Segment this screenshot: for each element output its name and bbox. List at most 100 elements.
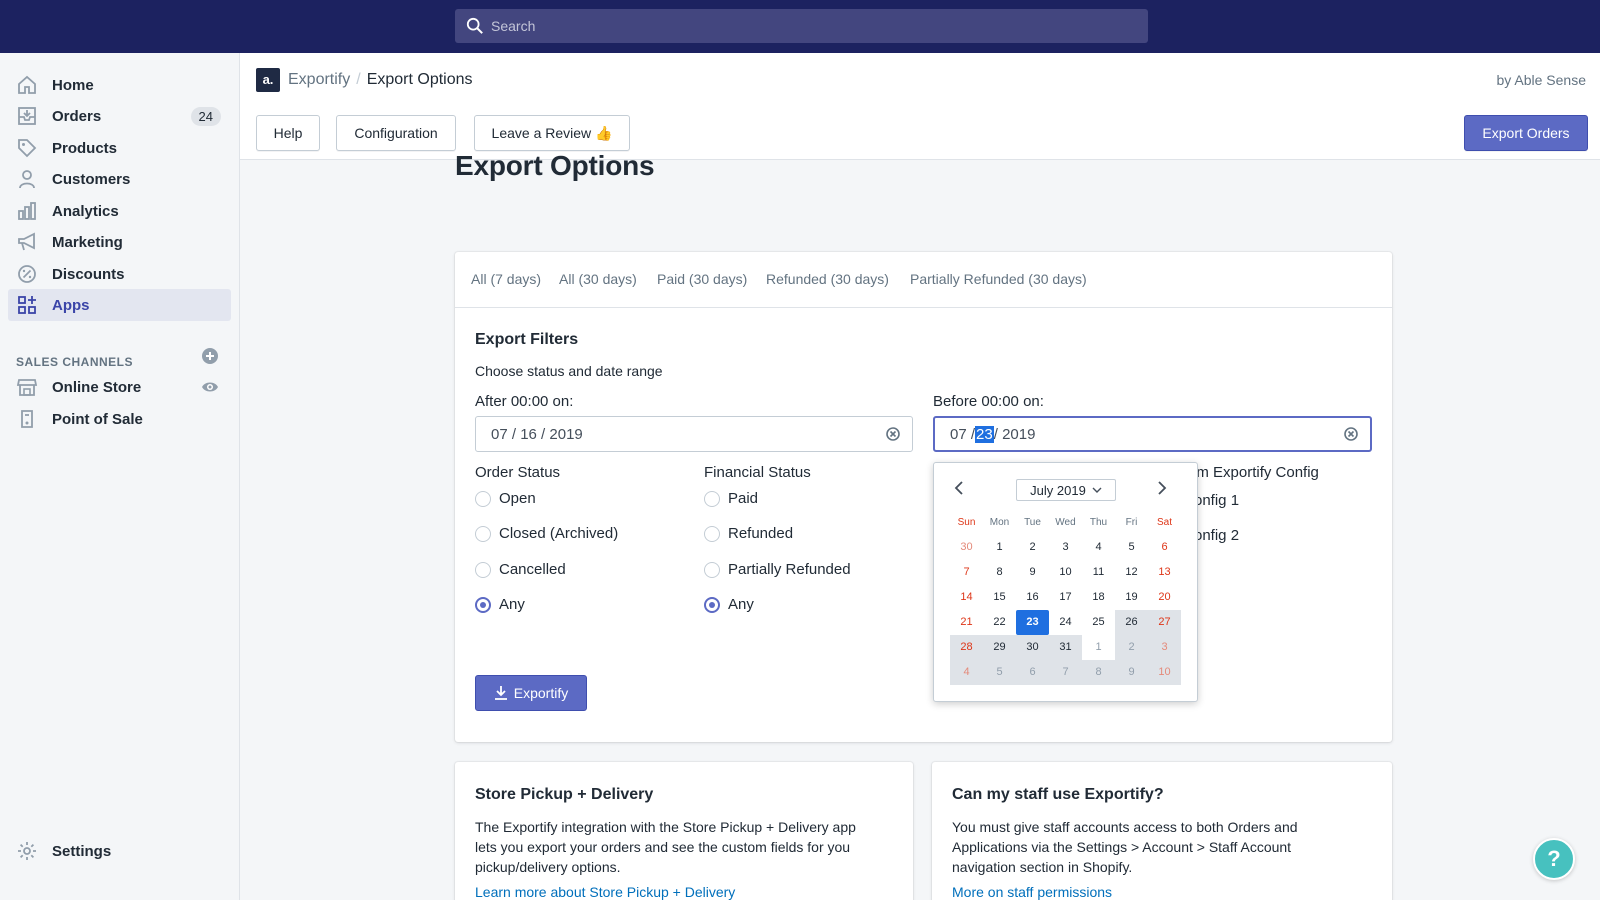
bar-chart-icon (16, 200, 38, 222)
sidebar-item-point-of-sale[interactable]: Point of Sale (8, 403, 231, 435)
calendar-day[interactable]: 8 (1082, 660, 1115, 685)
sidebar-item-home[interactable]: Home (8, 69, 231, 101)
calendar-day[interactable]: 8 (983, 560, 1016, 585)
calendar-day[interactable]: 9 (1115, 660, 1148, 685)
store-pickup-learn-more-link[interactable]: Learn more about Store Pickup + Delivery (475, 884, 735, 900)
calendar-day[interactable]: 15 (983, 585, 1016, 610)
radio-financial-paid[interactable]: Paid (704, 490, 758, 507)
sidebar-item-label: Orders (52, 108, 102, 125)
exportify-button[interactable]: Exportify (475, 675, 587, 711)
calendar-day[interactable]: 9 (1016, 560, 1049, 585)
after-date-input[interactable]: 07 / 16 / 2019 (475, 416, 913, 452)
tab-paid-30-days[interactable]: Paid (30 days) (657, 271, 747, 287)
sidebar-item-online-store[interactable]: Online Store (8, 371, 231, 403)
calendar-week: 4 5 6 7 8 9 10 (950, 660, 1182, 685)
sidebar-item-settings[interactable]: Settings (8, 835, 231, 867)
calendar-day[interactable]: 25 (1082, 610, 1115, 635)
export-orders-button[interactable]: Export Orders (1464, 115, 1588, 151)
radio-order-any[interactable]: Any (475, 596, 525, 613)
calendar-day[interactable]: 6 (1016, 660, 1049, 685)
calendar-day[interactable]: 20 (1148, 585, 1181, 610)
radio-financial-partially-refunded[interactable]: Partially Refunded (704, 561, 851, 578)
add-channel-icon[interactable] (201, 347, 219, 368)
sidebar-item-customers[interactable]: Customers (8, 163, 231, 195)
tag-icon (16, 137, 38, 159)
clear-date-icon[interactable] (886, 427, 900, 444)
calendar-day[interactable]: 2 (1115, 635, 1148, 660)
sidebar-item-analytics[interactable]: Analytics (8, 195, 231, 227)
radio-order-closed[interactable]: Closed (Archived) (475, 525, 618, 542)
calendar-day[interactable]: 7 (1049, 660, 1082, 685)
breadcrumb-app-link[interactable]: Exportify (288, 71, 350, 88)
calendar-day[interactable]: 30 (1016, 635, 1049, 660)
calendar-week: 28 29 30 31 1 2 3 (950, 635, 1182, 660)
calendar-day[interactable]: 4 (1082, 535, 1115, 560)
config-option-2[interactable]: onfig 2 (1194, 527, 1239, 544)
calendar-day[interactable]: 22 (983, 610, 1016, 635)
radio-order-open[interactable]: Open (475, 490, 536, 507)
sidebar-item-products[interactable]: Products (8, 132, 231, 164)
sidebar-item-orders[interactable]: Orders 24 (8, 100, 231, 132)
radio-financial-refunded[interactable]: Refunded (704, 525, 793, 542)
sidebar-item-apps[interactable]: Apps (8, 289, 231, 321)
calendar-day[interactable]: 27 (1148, 610, 1181, 635)
tab-partially-refunded-30-days[interactable]: Partially Refunded (30 days) (910, 271, 1087, 287)
tab-refunded-30-days[interactable]: Refunded (30 days) (766, 271, 889, 287)
calendar-grid: Sun Mon Tue Wed Thu Fri Sat 30 1 2 3 4 5 6 7 8 9 10 11 12… (950, 511, 1182, 685)
staff-permissions-link[interactable]: More on staff permissions (952, 884, 1112, 900)
calendar-day[interactable]: 12 (1115, 560, 1148, 585)
sidebar-item-label: Point of Sale (52, 411, 143, 428)
month-select[interactable]: July 2019 (1016, 479, 1116, 501)
calendar-day[interactable]: 11 (1082, 560, 1115, 585)
calendar-day-selected[interactable]: 23 (1016, 610, 1049, 635)
tab-all-7-days[interactable]: All (7 days) (471, 271, 541, 287)
calendar-day[interactable]: 7 (950, 560, 983, 585)
calendar-day[interactable]: 6 (1148, 535, 1181, 560)
calendar-day[interactable]: 4 (950, 660, 983, 685)
calendar-day[interactable]: 31 (1049, 635, 1082, 660)
breadcrumb: Exportify / Export Options (288, 71, 473, 89)
calendar-day[interactable]: 29 (983, 635, 1016, 660)
tab-all-30-days[interactable]: All (30 days) (559, 271, 637, 287)
calendar-day[interactable]: 3 (1049, 535, 1082, 560)
radio-order-cancelled[interactable]: Cancelled (475, 561, 566, 578)
configuration-button[interactable]: Configuration (336, 115, 456, 151)
help-button[interactable]: Help (256, 115, 320, 151)
calendar-day[interactable]: 5 (983, 660, 1016, 685)
config-option-1[interactable]: onfig 1 (1194, 492, 1239, 509)
calendar-day[interactable]: 18 (1082, 585, 1115, 610)
page-title: Export Options (455, 150, 655, 181)
after-date-label: After 00:00 on: (475, 393, 574, 410)
before-date-value: 07 /23/ 2019 (950, 426, 1036, 443)
config-heading: om Exportify Config (1188, 464, 1319, 481)
leave-review-button[interactable]: Leave a Review 👍 (474, 115, 630, 151)
calendar-day[interactable]: 1 (983, 535, 1016, 560)
sidebar-item-marketing[interactable]: Marketing (8, 226, 231, 258)
calendar-day[interactable]: 3 (1148, 635, 1181, 660)
search-bar[interactable]: Search (455, 9, 1148, 43)
calendar-day[interactable]: 19 (1115, 585, 1148, 610)
chevron-left-icon[interactable] (954, 481, 964, 498)
before-date-input[interactable]: 07 /23/ 2019 (933, 416, 1372, 452)
radio-financial-any[interactable]: Any (704, 596, 754, 613)
eye-icon[interactable] (201, 379, 219, 398)
clear-date-icon[interactable] (1344, 427, 1358, 444)
help-chat-button[interactable]: ? (1533, 838, 1575, 880)
chevron-right-icon[interactable] (1157, 481, 1167, 498)
calendar-day[interactable]: 16 (1016, 585, 1049, 610)
calendar-day[interactable]: 10 (1049, 560, 1082, 585)
calendar-day[interactable]: 26 (1115, 610, 1148, 635)
calendar-day[interactable]: 21 (950, 610, 983, 635)
calendar-day[interactable]: 13 (1148, 560, 1181, 585)
calendar-day[interactable]: 14 (950, 585, 983, 610)
calendar-week: 21 22 23 24 25 26 27 (950, 610, 1182, 635)
calendar-day[interactable]: 10 (1148, 660, 1181, 685)
calendar-day[interactable]: 24 (1049, 610, 1082, 635)
calendar-day[interactable]: 28 (950, 635, 983, 660)
calendar-day[interactable]: 30 (950, 535, 983, 560)
calendar-day[interactable]: 2 (1016, 535, 1049, 560)
calendar-day[interactable]: 1 (1082, 635, 1115, 660)
sidebar-item-discounts[interactable]: Discounts (8, 258, 231, 290)
calendar-day[interactable]: 17 (1049, 585, 1082, 610)
calendar-day[interactable]: 5 (1115, 535, 1148, 560)
